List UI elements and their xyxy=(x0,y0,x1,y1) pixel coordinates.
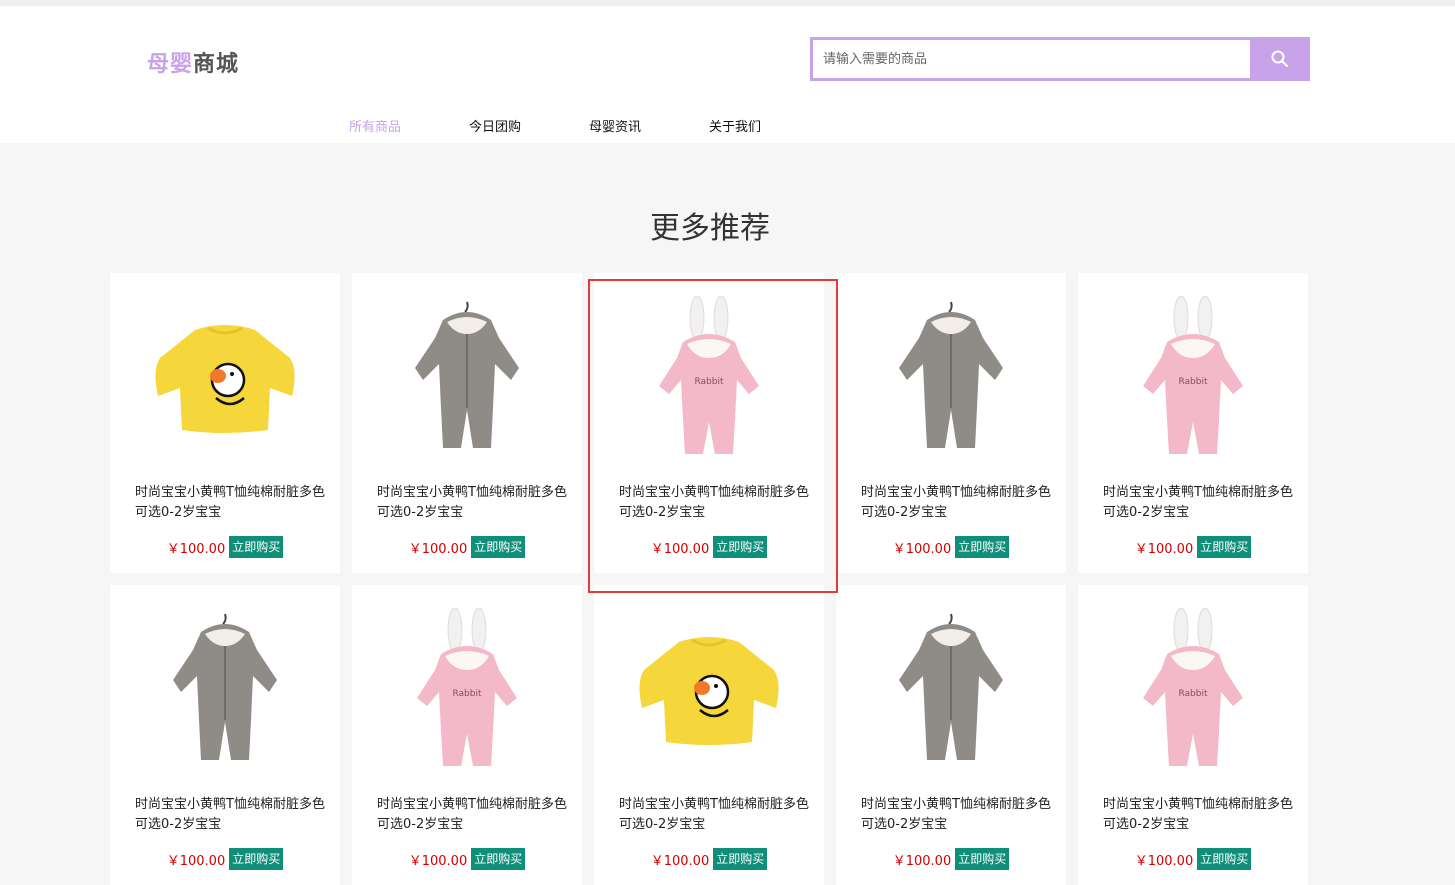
price-row: ￥100.00 立即购买 xyxy=(594,848,824,870)
main-nav: 所有商品 今日团购 母婴资讯 关于我们 xyxy=(349,116,829,135)
product-card[interactable]: Rabbit 时尚宝宝小黄鸭T恤纯棉耐脏多色可选0-2岁宝宝 ￥100.00 立… xyxy=(594,273,824,573)
logo[interactable]: 母婴商城 xyxy=(147,46,239,78)
product-title[interactable]: 时尚宝宝小黄鸭T恤纯棉耐脏多色可选0-2岁宝宝 xyxy=(377,483,567,523)
product-card[interactable]: 时尚宝宝小黄鸭T恤纯棉耐脏多色可选0-2岁宝宝 ￥100.00 立即购买 xyxy=(352,273,582,573)
buy-now-button[interactable]: 立即购买 xyxy=(229,536,284,558)
svg-text:Rabbit: Rabbit xyxy=(694,377,723,387)
search-icon xyxy=(1271,50,1288,67)
product-price: ￥100.00 xyxy=(892,541,952,557)
price-row: ￥100.00 立即购买 xyxy=(836,848,1066,870)
nav-item-news[interactable]: 母婴资讯 xyxy=(589,116,709,135)
product-title[interactable]: 时尚宝宝小黄鸭T恤纯棉耐脏多色可选0-2岁宝宝 xyxy=(619,795,809,835)
product-card[interactable]: Rabbit 时尚宝宝小黄鸭T恤纯棉耐脏多色可选0-2岁宝宝 ￥100.00 立… xyxy=(352,585,582,885)
product-price: ￥100.00 xyxy=(408,853,468,869)
product-image[interactable] xyxy=(594,605,824,775)
product-title[interactable]: 时尚宝宝小黄鸭T恤纯棉耐脏多色可选0-2岁宝宝 xyxy=(377,795,567,835)
product-card[interactable]: 时尚宝宝小黄鸭T恤纯棉耐脏多色可选0-2岁宝宝 ￥100.00 立即购买 xyxy=(110,585,340,885)
product-image[interactable]: Rabbit xyxy=(1078,293,1308,463)
grey-fleece-romper-icon xyxy=(415,301,519,448)
grey-fleece-romper-icon xyxy=(899,301,1003,448)
price-row: ￥100.00 立即购买 xyxy=(1078,848,1308,870)
product-card[interactable]: Rabbit 时尚宝宝小黄鸭T恤纯棉耐脏多色可选0-2岁宝宝 ￥100.00 立… xyxy=(1078,273,1308,573)
buy-now-button[interactable]: 立即购买 xyxy=(471,536,526,558)
buy-now-button[interactable]: 立即购买 xyxy=(713,536,768,558)
buy-now-button[interactable]: 立即购买 xyxy=(1197,848,1252,870)
product-image[interactable] xyxy=(110,293,340,463)
nav-item-about-us[interactable]: 关于我们 xyxy=(709,116,829,135)
buy-now-button[interactable]: 立即购买 xyxy=(955,536,1010,558)
yellow-duck-tshirt-icon xyxy=(639,637,779,745)
nav-item-all-products[interactable]: 所有商品 xyxy=(349,116,469,135)
product-price: ￥100.00 xyxy=(892,853,952,869)
search-input[interactable] xyxy=(810,37,1250,81)
buy-now-button[interactable]: 立即购买 xyxy=(471,848,526,870)
nav-item-group-buy[interactable]: 今日团购 xyxy=(469,116,589,135)
product-card[interactable]: 时尚宝宝小黄鸭T恤纯棉耐脏多色可选0-2岁宝宝 ￥100.00 立即购买 xyxy=(110,273,340,573)
product-title[interactable]: 时尚宝宝小黄鸭T恤纯棉耐脏多色可选0-2岁宝宝 xyxy=(861,483,1051,523)
price-row: ￥100.00 立即购买 xyxy=(352,848,582,870)
product-price: ￥100.00 xyxy=(1134,853,1194,869)
price-row: ￥100.00 立即购买 xyxy=(110,536,340,558)
product-image[interactable] xyxy=(836,605,1066,775)
price-row: ￥100.00 立即购买 xyxy=(594,536,824,558)
product-price: ￥100.00 xyxy=(1134,541,1194,557)
buy-now-button[interactable]: 立即购买 xyxy=(1197,536,1252,558)
product-price: ￥100.00 xyxy=(650,541,710,557)
product-title[interactable]: 时尚宝宝小黄鸭T恤纯棉耐脏多色可选0-2岁宝宝 xyxy=(135,483,325,523)
logo-part2: 商城 xyxy=(193,52,240,77)
product-price: ￥100.00 xyxy=(650,853,710,869)
svg-text:Rabbit: Rabbit xyxy=(1178,377,1207,387)
product-title[interactable]: 时尚宝宝小黄鸭T恤纯棉耐脏多色可选0-2岁宝宝 xyxy=(1103,795,1293,835)
header: 母婴商城 所有商品 今日团购 母婴资讯 关于我们 xyxy=(0,6,1455,143)
yellow-duck-tshirt-icon xyxy=(155,325,295,433)
price-row: ￥100.00 立即购买 xyxy=(836,536,1066,558)
product-title[interactable]: 时尚宝宝小黄鸭T恤纯棉耐脏多色可选0-2岁宝宝 xyxy=(861,795,1051,835)
buy-now-button[interactable]: 立即购买 xyxy=(955,848,1010,870)
product-image[interactable]: Rabbit xyxy=(1078,605,1308,775)
product-card[interactable]: 时尚宝宝小黄鸭T恤纯棉耐脏多色可选0-2岁宝宝 ￥100.00 立即购买 xyxy=(594,585,824,885)
pink-rabbit-romper-icon: Rabbit xyxy=(659,295,759,454)
price-row: ￥100.00 立即购买 xyxy=(110,848,340,870)
section-title: 更多推荐 xyxy=(650,211,770,246)
price-row: ￥100.00 立即购买 xyxy=(352,536,582,558)
svg-text:Rabbit: Rabbit xyxy=(452,689,481,699)
product-image[interactable] xyxy=(352,293,582,463)
product-card[interactable]: 时尚宝宝小黄鸭T恤纯棉耐脏多色可选0-2岁宝宝 ￥100.00 立即购买 xyxy=(836,273,1066,573)
search-bar xyxy=(810,37,1310,81)
product-title[interactable]: 时尚宝宝小黄鸭T恤纯棉耐脏多色可选0-2岁宝宝 xyxy=(135,795,325,835)
product-image[interactable] xyxy=(110,605,340,775)
product-price: ￥100.00 xyxy=(166,853,226,869)
product-image[interactable]: Rabbit xyxy=(352,605,582,775)
price-row: ￥100.00 立即购买 xyxy=(1078,536,1308,558)
buy-now-button[interactable]: 立即购买 xyxy=(229,848,284,870)
product-image[interactable] xyxy=(836,293,1066,463)
buy-now-button[interactable]: 立即购买 xyxy=(713,848,768,870)
product-image[interactable]: Rabbit xyxy=(594,293,824,463)
svg-text:Rabbit: Rabbit xyxy=(1178,689,1207,699)
product-card[interactable]: 时尚宝宝小黄鸭T恤纯棉耐脏多色可选0-2岁宝宝 ￥100.00 立即购买 xyxy=(836,585,1066,885)
logo-part1: 母婴 xyxy=(147,52,194,77)
pink-rabbit-romper-icon: Rabbit xyxy=(417,607,517,766)
grey-fleece-romper-icon xyxy=(899,613,1003,760)
pink-rabbit-romper-icon: Rabbit xyxy=(1143,295,1243,454)
product-title[interactable]: 时尚宝宝小黄鸭T恤纯棉耐脏多色可选0-2岁宝宝 xyxy=(619,483,809,523)
product-title[interactable]: 时尚宝宝小黄鸭T恤纯棉耐脏多色可选0-2岁宝宝 xyxy=(1103,483,1293,523)
search-button[interactable] xyxy=(1250,37,1310,81)
product-card[interactable]: Rabbit 时尚宝宝小黄鸭T恤纯棉耐脏多色可选0-2岁宝宝 ￥100.00 立… xyxy=(1078,585,1308,885)
grey-fleece-romper-icon xyxy=(173,613,277,760)
pink-rabbit-romper-icon: Rabbit xyxy=(1143,607,1243,766)
product-price: ￥100.00 xyxy=(408,541,468,557)
product-price: ￥100.00 xyxy=(166,541,226,557)
product-grid: 时尚宝宝小黄鸭T恤纯棉耐脏多色可选0-2岁宝宝 ￥100.00 立即购买 时尚宝… xyxy=(110,273,1310,885)
